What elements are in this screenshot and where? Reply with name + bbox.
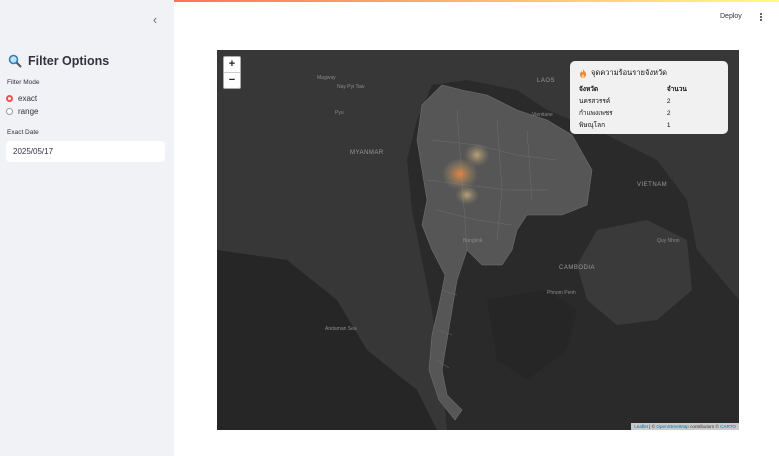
map-label-myanmar: MYANMAR (350, 150, 384, 156)
map-container[interactable]: MYANMAR LAOS VIETNAM CAMBODIA Andaman Se… (217, 50, 739, 430)
exact-date-label: Exact Date (7, 129, 39, 136)
hotspot-legend: จุดความร้อนรายจังหวัด จังหวัด จำนวน นครส… (570, 61, 728, 134)
radio-exact-indicator[interactable] (6, 95, 13, 102)
legend-province: พิษณุโลก (579, 122, 606, 129)
kebab-menu-icon[interactable] (757, 12, 765, 24)
map-label-cambodia: CAMBODIA (559, 265, 596, 271)
map-label-phnompenh: Phnom Penh (547, 290, 576, 296)
map-label-quynhon: Quy Nhon (657, 238, 680, 244)
map-zoom-control: + − (223, 56, 241, 89)
map-label-bangkok: Bangkok (463, 238, 483, 244)
map-label-vientiane: Vientiane (532, 112, 553, 118)
radio-range-label: range (18, 107, 39, 116)
attribution-sep2: contributors © (688, 424, 721, 429)
chevron-left-icon: ‹ (152, 12, 158, 27)
legend-col-count: จำนวน (666, 86, 687, 93)
legend-title: จุดความร้อนรายจังหวัด (579, 67, 719, 79)
zoom-out-button[interactable]: − (224, 72, 240, 88)
radio-range-indicator[interactable] (6, 108, 13, 115)
legend-table: จังหวัด จำนวน นครสวรรค์ 2 กำแพงเพชร 2 พิ… (579, 83, 719, 131)
collapse-sidebar-button[interactable]: ‹ (149, 12, 161, 28)
osm-link[interactable]: OpenStreetMap (656, 424, 688, 429)
legend-header-row: จังหวัด จำนวน (579, 83, 719, 95)
radio-exact-label: exact (18, 94, 38, 103)
map-label-andaman-sea: Andaman Sea (325, 326, 357, 332)
deploy-button[interactable]: Deploy (720, 13, 742, 20)
legend-count: 2 (666, 109, 671, 117)
fire-icon (580, 68, 586, 78)
legend-province: นครสวรรค์ (579, 98, 611, 105)
radio-range[interactable]: range (6, 107, 38, 116)
sidebar-title-text: Filter Options (28, 54, 110, 68)
map-label-naypyitaw: Nay Pyi Taw (337, 84, 365, 90)
map-label-pyu: Pyu (335, 110, 344, 116)
legend-count: 2 (666, 97, 671, 105)
map-label-magway: Magway (317, 75, 336, 81)
filter-mode-label: Filter Mode (7, 79, 40, 86)
table-row: พิษณุโลก 1 (579, 119, 719, 131)
leaflet-link[interactable]: Leaflet (634, 424, 648, 429)
legend-province: กำแพงเพชร (579, 110, 613, 117)
table-row: นครสวรรค์ 2 (579, 95, 719, 107)
legend-col-province: จังหวัด (579, 86, 599, 93)
carto-link[interactable]: CARTO (720, 424, 736, 429)
map-attribution: Leaflet | © OpenStreetMap contributors ©… (631, 423, 739, 430)
radio-exact[interactable]: exact (6, 94, 37, 103)
legend-count: 1 (666, 121, 671, 129)
table-row: กำแพงเพชร 2 (579, 107, 719, 119)
map-label-vietnam: VIETNAM (637, 182, 668, 188)
sidebar: ‹ Filter Options Filter Mode exact range… (0, 0, 174, 456)
map-label-laos: LAOS (537, 78, 556, 84)
magnifier-icon (8, 54, 22, 68)
exact-date-input[interactable]: 2025/05/17 (6, 141, 165, 162)
legend-title-text: จุดความร้อนรายจังหวัด (591, 68, 668, 77)
sidebar-title: Filter Options (8, 51, 109, 71)
zoom-in-button[interactable]: + (224, 57, 240, 72)
